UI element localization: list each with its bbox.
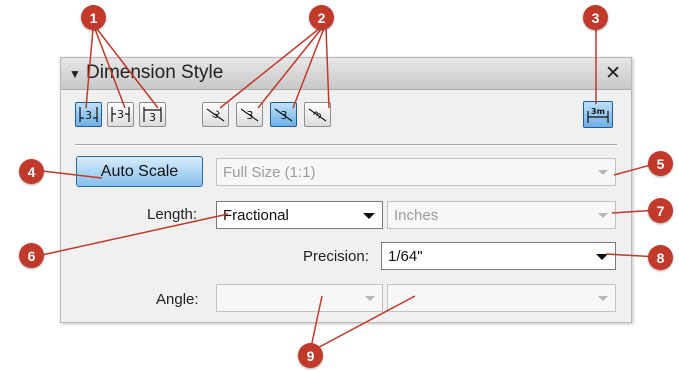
callout-4: 4 — [19, 159, 44, 184]
scale-dropdown: Full Size (1:1) — [216, 158, 616, 186]
length-format-dropdown[interactable]: Fractional — [216, 201, 383, 229]
chevron-down-icon — [596, 254, 608, 260]
chevron-down-icon — [598, 170, 608, 175]
text-inline-button[interactable]: 3 — [75, 102, 102, 127]
show-units-button[interactable]: 3m — [583, 101, 613, 128]
length-units-value: Inches — [394, 206, 439, 224]
panel-titlebar: ▼ Dimension Style ✕ — [61, 58, 631, 90]
scale-dropdown-value: Full Size (1:1) — [223, 163, 316, 181]
dimension-style-panel: ▼ Dimension Style ✕ 3 3 3 3 3 3 3 3m Aut… — [60, 57, 632, 323]
toolbar-separator — [75, 144, 617, 146]
align-rotated-button[interactable]: 3 — [304, 102, 331, 127]
callout-8: 8 — [648, 245, 673, 270]
angle-label: Angle: — [156, 291, 199, 308]
dimension-text-centered-icon: 3 — [111, 107, 130, 122]
text-aligned-with-line-icon: 3 — [206, 108, 225, 122]
text-above-button[interactable]: 3 — [139, 102, 166, 127]
dimension-text-above-icon: 3 — [143, 107, 162, 123]
dimension-text-inline-icon: 3 — [79, 107, 98, 122]
callout-5: 5 — [648, 151, 673, 176]
callout-2: 2 — [309, 5, 334, 30]
text-aligned-rotated-icon: 3 — [308, 108, 327, 122]
text-aligned-tilted-icon: 3 — [240, 108, 259, 122]
close-icon[interactable]: ✕ — [605, 62, 621, 85]
collapse-arrow-icon[interactable]: ▼ — [69, 67, 81, 81]
auto-scale-button[interactable]: Auto Scale — [76, 156, 203, 187]
callout-6: 6 — [19, 243, 44, 268]
precision-value: 1/64" — [388, 247, 423, 265]
length-format-value: Fractional — [223, 206, 289, 224]
callout-1: 1 — [81, 5, 106, 30]
svg-text:3: 3 — [281, 109, 288, 122]
length-label: Length: — [147, 206, 198, 223]
align-horizontal-button[interactable]: 3 — [270, 102, 297, 127]
angle-format-dropdown — [216, 284, 383, 312]
svg-text:3: 3 — [149, 111, 156, 123]
angle-precision-dropdown — [387, 284, 616, 312]
precision-label: Precision: — [303, 248, 369, 265]
chevron-down-icon — [598, 213, 608, 218]
svg-text:3: 3 — [210, 109, 222, 122]
chevron-down-icon — [365, 296, 375, 301]
text-aligned-horizontal-icon: 3 — [274, 108, 293, 122]
svg-text:3: 3 — [117, 108, 124, 121]
svg-text:3: 3 — [85, 109, 92, 122]
panel-title: Dimension Style — [86, 62, 224, 83]
callout-7: 7 — [648, 198, 673, 223]
length-units-dropdown: Inches — [387, 201, 616, 229]
align-tilted-button[interactable]: 3 — [236, 102, 263, 127]
text-centered-button[interactable]: 3 — [107, 102, 134, 127]
show-units-icon: 3m — [587, 107, 609, 123]
precision-dropdown[interactable]: 1/64" — [381, 242, 616, 270]
callout-3: 3 — [583, 5, 608, 30]
svg-text:3: 3 — [247, 109, 254, 122]
screenshot-stage: 1 2 3 4 5 6 7 8 9 ▼ Dimension Style ✕ 3 … — [0, 0, 679, 372]
chevron-down-icon — [598, 296, 608, 301]
chevron-down-icon — [363, 213, 375, 219]
svg-text:3m: 3m — [591, 107, 605, 116]
align-with-line-button[interactable]: 3 — [202, 102, 229, 127]
callout-9: 9 — [298, 343, 323, 368]
